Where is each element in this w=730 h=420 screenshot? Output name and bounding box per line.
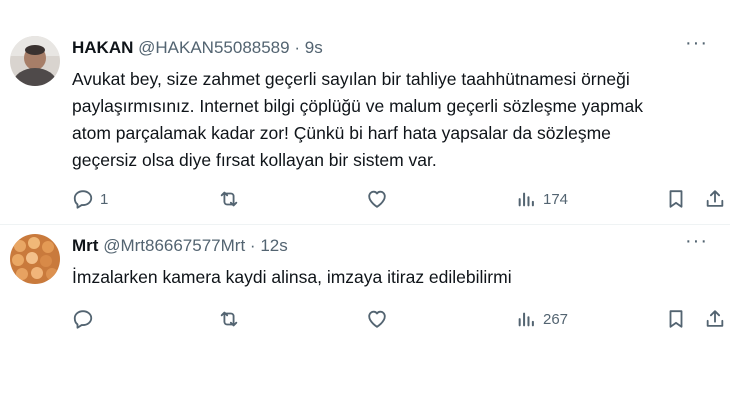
share-icon <box>706 310 724 327</box>
user-handle[interactable]: @HAKAN55088589 <box>138 38 289 57</box>
share-icon <box>706 190 724 207</box>
reply-button[interactable] <box>72 306 100 332</box>
retweet-icon <box>220 311 238 327</box>
bookmark-icon <box>669 310 683 328</box>
tweet-actions: 267 <box>72 306 724 332</box>
user-handle[interactable]: @Mrt86667577Mrt <box>103 236 245 255</box>
tweet-text: İmzalarken kamera kaydi alinsa, imzaya i… <box>72 267 512 287</box>
retweet-icon <box>220 191 238 207</box>
like-button[interactable] <box>366 186 394 212</box>
reply-count: 1 <box>100 190 109 208</box>
like-button[interactable] <box>366 306 394 332</box>
tweet-header: HAKAN @HAKAN55088589 · 9s ··· <box>72 32 710 60</box>
share-button[interactable] <box>704 186 726 212</box>
tweet-card-mrt[interactable]: Mrt @Mrt86667577Mrt · 12s ··· İmzalarken… <box>0 226 730 346</box>
bookmark-icon <box>669 190 683 208</box>
reply-icon <box>73 190 93 209</box>
retweet-button[interactable] <box>218 186 246 212</box>
timestamp[interactable]: 9s <box>305 38 323 57</box>
like-icon <box>368 310 386 328</box>
tweet-text: Avukat bey, size zahmet geçerli sayılan … <box>72 69 643 170</box>
bookmark-button[interactable] <box>665 186 687 212</box>
display-name[interactable]: Mrt <box>72 236 98 255</box>
separator-dot: · <box>294 38 300 57</box>
avatar[interactable] <box>10 36 60 86</box>
like-icon <box>368 190 386 208</box>
more-options-icon[interactable]: ··· <box>685 32 708 55</box>
more-options-icon[interactable]: ··· <box>685 230 708 253</box>
views-count: 174 <box>543 190 569 208</box>
reply-button[interactable]: 1 <box>72 186 108 212</box>
avatar[interactable] <box>10 234 60 284</box>
retweet-button[interactable] <box>218 306 246 332</box>
tweet-divider <box>0 224 730 225</box>
bookmark-button[interactable] <box>665 306 687 332</box>
separator-dot: · <box>249 236 256 255</box>
tweet-header: Mrt @Mrt86667577Mrt · 12s ··· <box>72 230 710 258</box>
share-button[interactable] <box>704 306 726 332</box>
reply-icon <box>73 310 93 329</box>
views-button[interactable]: 267 <box>515 306 568 332</box>
views-button[interactable]: 174 <box>515 186 568 212</box>
views-icon <box>518 192 534 207</box>
timestamp[interactable]: 12s <box>260 236 287 255</box>
display-name[interactable]: HAKAN <box>72 38 133 57</box>
views-count: 267 <box>543 310 569 328</box>
views-icon <box>518 312 534 327</box>
tweet-card-hakan[interactable]: HAKAN @HAKAN55088589 · 9s ··· Avukat bey… <box>0 28 730 224</box>
tweet-actions: 1 174 <box>72 186 724 212</box>
